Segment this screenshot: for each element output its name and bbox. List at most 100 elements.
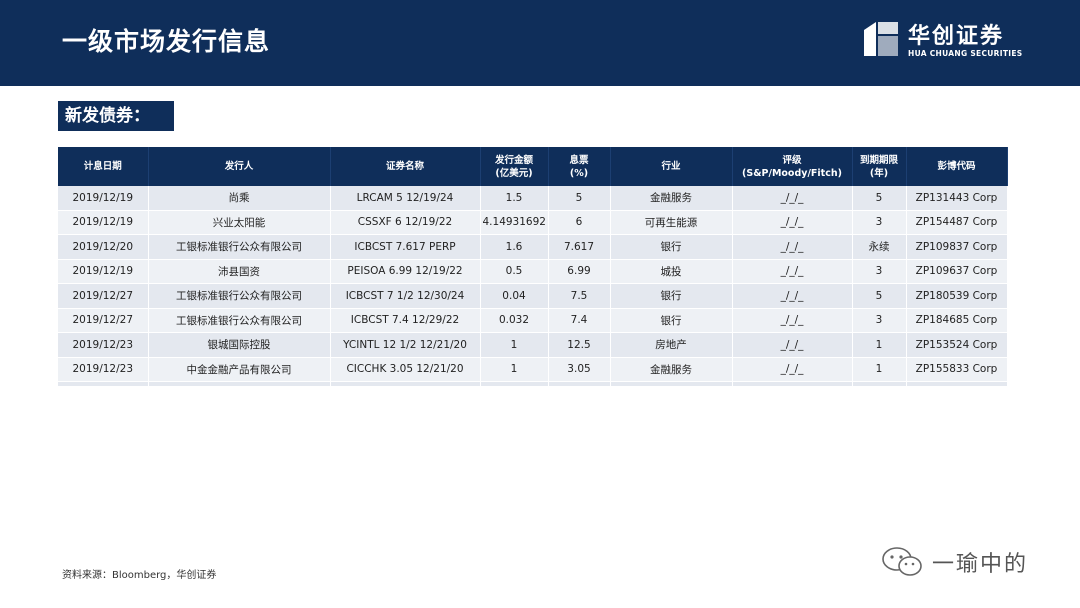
table-cell: 6.99 [548, 259, 611, 284]
table-cell: 银行 [610, 283, 733, 309]
hua-chuang-logo-icon [864, 22, 898, 56]
table-cell: 3 [852, 210, 907, 235]
table-cell: 工银标准银行公众有限公司 [148, 308, 331, 333]
table-cell: PEISOA 6.99 12/19/22 [330, 259, 481, 284]
table-cell: 2019/12/23 [58, 332, 149, 358]
table-cell: 0.032 [480, 308, 549, 333]
table-cell: 7.4 [548, 308, 611, 333]
table-cell: 2019/12/23 [58, 357, 149, 382]
table-cell: 银城国际控股 [148, 332, 331, 358]
table-cell: 7.617 [548, 234, 611, 260]
table-cell: 1 [480, 332, 549, 358]
table-cell: 2019/12/27 [58, 308, 149, 333]
table-cell: 2019/12/19 [58, 259, 149, 284]
table-row: 2019/12/20 工银标准银行公众有限公司 ICBCST 7.617 PERP 1… [58, 234, 1008, 260]
column-header: 息票 (%) [548, 147, 611, 186]
table-cell: ZP155833 Corp [906, 357, 1008, 382]
table-cell: ZP154487 Corp [906, 210, 1008, 235]
table-cell: _/_/_ [732, 332, 853, 358]
table-row: 2019/12/23 银城国际控股 YCINTL 12 1/2 12/21/20 1 1… [58, 332, 1008, 358]
header-bar: 一级市场发行信息 华创证券 HUA CHUANG SECURITIES [0, 0, 1080, 86]
source-note: 资料来源：Bloomberg，华创证券 [62, 570, 217, 581]
column-header: 评级 (S&P/Moody/Fitch) [732, 147, 853, 186]
table-spacer-cell [148, 381, 331, 387]
logo-text-cn: 华创证券 [908, 24, 1005, 49]
table-cell: 3.05 [548, 357, 611, 382]
table-cell: 银行 [610, 234, 733, 260]
table-spacer-cell [852, 381, 907, 387]
table-cell: ZP184685 Corp [906, 308, 1008, 333]
watermark: 一瑜中的 [880, 544, 1060, 580]
table-cell: _/_/_ [732, 234, 853, 260]
table-spacer-cell [906, 381, 1008, 387]
table-row: 2019/12/27 工银标准银行公众有限公司 ICBCST 7.4 12/29/2… [58, 308, 1008, 333]
section-label: 新发债券： [58, 101, 174, 131]
table-cell: 沛县国资 [148, 259, 331, 284]
table-cell: 1.5 [480, 186, 549, 211]
table-cell: 2019/12/27 [58, 283, 149, 309]
table-cell: ZP109637 Corp [906, 259, 1008, 284]
table-cell: 5 [548, 186, 611, 211]
table-cell: 可再生能源 [610, 210, 733, 235]
wechat-icon [882, 547, 922, 576]
table-cell: _/_/_ [732, 259, 853, 284]
table-row: 2019/12/19 尚乘 LRCAM 5 12/19/24 1.5 5 金融服务 _/_/… [58, 186, 1008, 211]
table-cell: _/_/_ [732, 186, 853, 211]
watermark-text: 一瑜中的 [932, 552, 1029, 577]
column-header: 彭博代码 [906, 147, 1008, 186]
table-cell: 0.5 [480, 259, 549, 284]
table-cell: 兴业太阳能 [148, 210, 331, 235]
table-row: 2019/12/23 中金金融产品有限公司 CICCHK 3.05 12/21/20… [58, 357, 1008, 382]
column-header: 发行金额 (亿美元) [480, 147, 549, 186]
table-spacer-cell [330, 381, 481, 387]
table-cell: _/_/_ [732, 357, 853, 382]
table-cell: 工银标准银行公众有限公司 [148, 283, 331, 309]
table-cell: ZP153524 Corp [906, 332, 1008, 358]
table-cell: YCINTL 12 1/2 12/21/20 [330, 332, 481, 358]
table-cell: LRCAM 5 12/19/24 [330, 186, 481, 211]
table-cell: CICCHK 3.05 12/21/20 [330, 357, 481, 382]
page-title: 一级市场发行信息 [62, 27, 271, 56]
table-row: 2019/12/27 工银标准银行公众有限公司 ICBCST 7 1/2 12/30… [58, 283, 1008, 309]
logo-text-en: HUA CHUANG SECURITIES [908, 49, 1023, 58]
table-cell: CSSXF 6 12/19/22 [330, 210, 481, 235]
table-spacer-cell [732, 381, 853, 387]
table-row: 2019/12/19 兴业太阳能 CSSXF 6 12/19/22 4.1493169… [58, 210, 1008, 235]
table-cell: 5 [852, 283, 907, 309]
table-cell: 1 [480, 357, 549, 382]
table-cell: 2019/12/19 [58, 186, 149, 211]
table-cell: 1 [852, 332, 907, 358]
table-cell: 6 [548, 210, 611, 235]
table-cell: 城投 [610, 259, 733, 284]
column-header: 行业 [610, 147, 733, 186]
column-header: 到期期限 (年) [852, 147, 907, 186]
table-cell: 5 [852, 186, 907, 211]
table-cell: _/_/_ [732, 283, 853, 309]
table-cell: 3 [852, 259, 907, 284]
table-spacer-cell [58, 381, 149, 387]
table-body: 2019/12/19 尚乘 LRCAM 5 12/19/24 1.5 5 金融服务 _/_/… [58, 186, 1008, 387]
table-cell: 金融服务 [610, 357, 733, 382]
table-spacer-cell [548, 381, 611, 387]
table-cell: 3 [852, 308, 907, 333]
table-cell: 1.6 [480, 234, 549, 260]
table-cell: 银行 [610, 308, 733, 333]
column-header: 证券名称 [330, 147, 481, 186]
company-logo: 华创证券 HUA CHUANG SECURITIES [862, 18, 1022, 66]
table-cell: 工银标准银行公众有限公司 [148, 234, 331, 260]
table-spacer-cell [480, 381, 549, 387]
table-cell: 12.5 [548, 332, 611, 358]
table-cell: ZP180539 Corp [906, 283, 1008, 309]
table-cell: 中金金融产品有限公司 [148, 357, 331, 382]
table-cell: 1 [852, 357, 907, 382]
table-cell: 4.14931692 [480, 210, 549, 235]
table-cell: 尚乘 [148, 186, 331, 211]
table-cell: ICBCST 7.4 12/29/22 [330, 308, 481, 333]
new-bonds-table: 计息日期 发行人 证券名称 发行金额 (亿美元) 息票 (%) 行业 评级 (S&P/… [58, 147, 1008, 387]
table-cell: 0.04 [480, 283, 549, 309]
table-cell: 房地产 [610, 332, 733, 358]
table-cell: ZP131443 Corp [906, 186, 1008, 211]
table-header-row: 计息日期 发行人 证券名称 发行金额 (亿美元) 息票 (%) 行业 评级 (S&P/… [58, 147, 1008, 186]
table-cell: _/_/_ [732, 308, 853, 333]
table-row: 2019/12/19 沛县国资 PEISOA 6.99 12/19/22 0.5 6.9… [58, 259, 1008, 284]
